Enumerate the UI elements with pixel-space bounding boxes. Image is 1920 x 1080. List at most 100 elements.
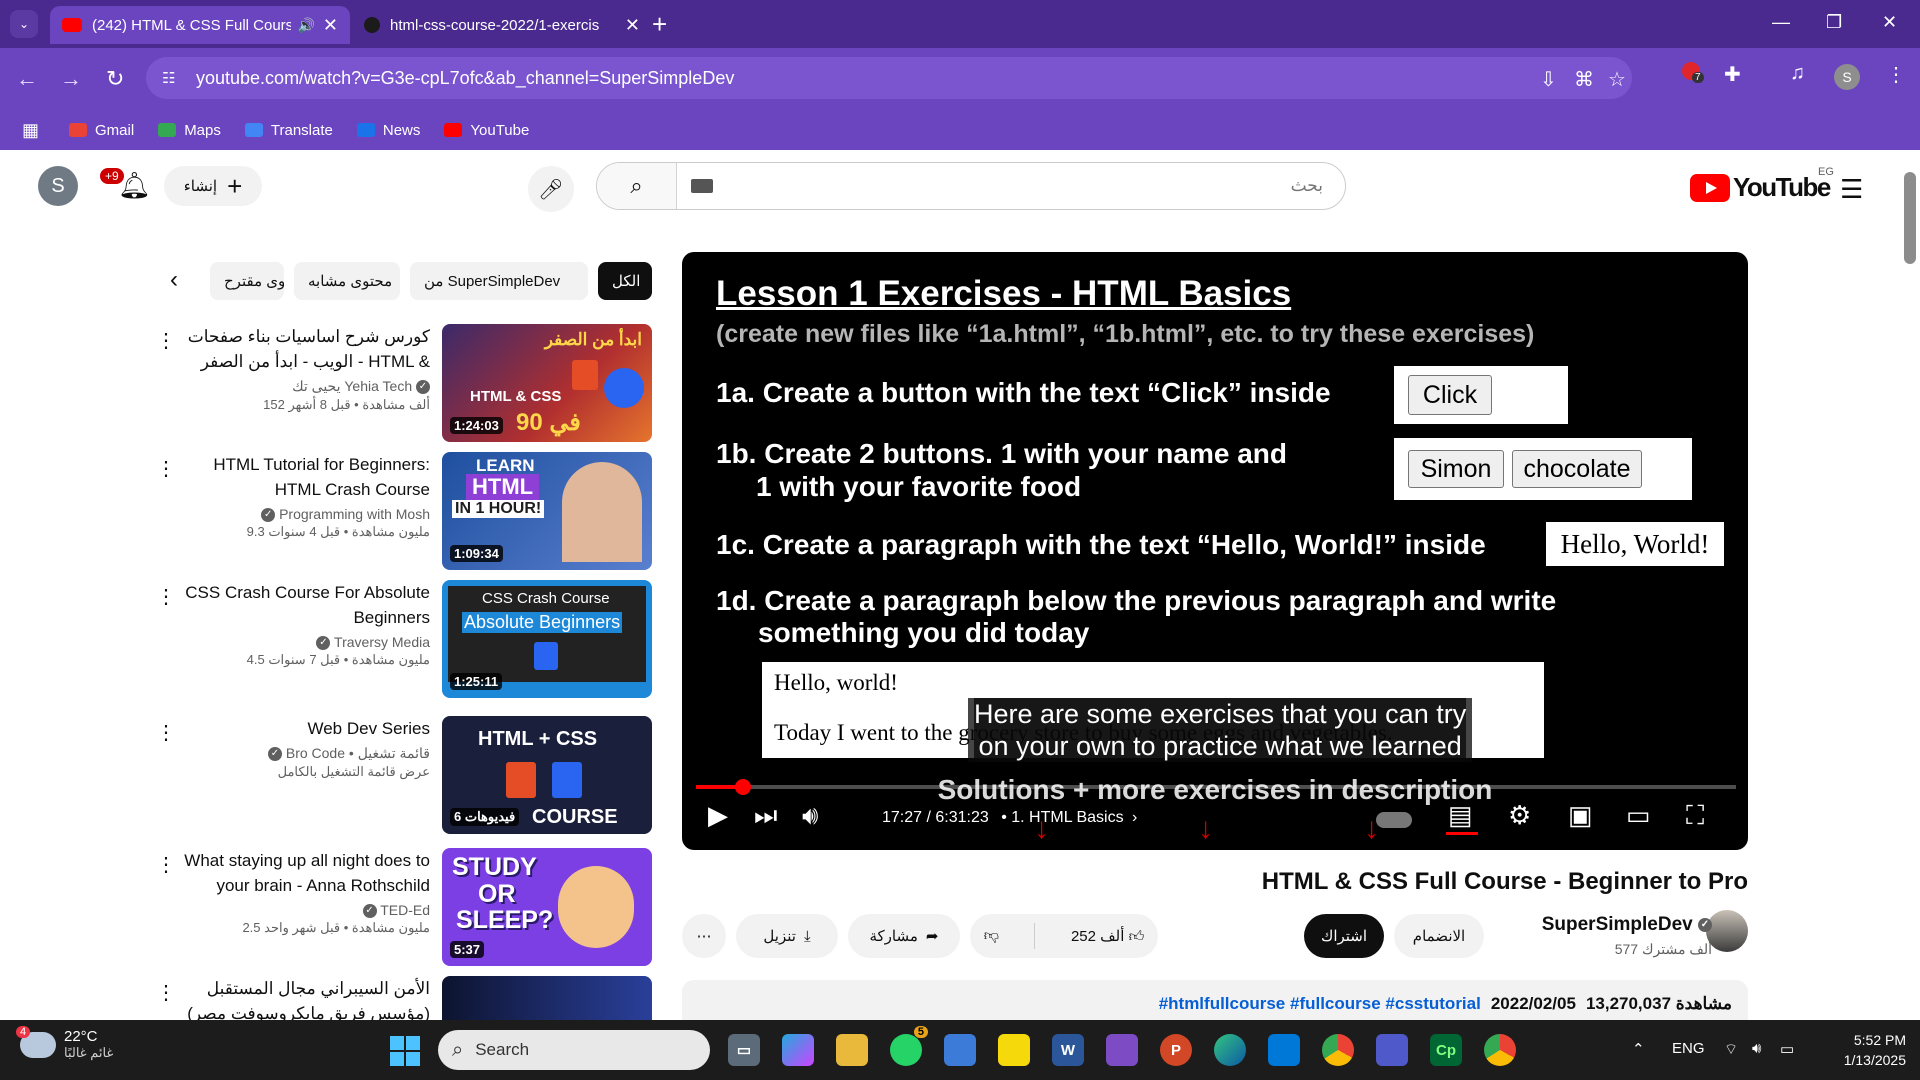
video-player[interactable]: Lesson 1 Exercises - HTML Basics (create…	[682, 252, 1748, 850]
taskbar-search[interactable]: ⌕ Search	[438, 1030, 710, 1070]
video-thumbnail[interactable]: ابدأ من الصفر HTML & CSS في 90 1:24:03	[442, 324, 652, 442]
volume-tray-icon[interactable]: 🔊︎	[1752, 1040, 1761, 1057]
forward-icon[interactable]: →	[60, 66, 82, 92]
fullscreen-icon[interactable]: ⛶	[1686, 800, 1704, 832]
bookmark-news[interactable]: News	[356, 122, 420, 139]
channel-name[interactable]: ✓ Traversy Media	[180, 634, 430, 651]
chrome-icon[interactable]	[1322, 1034, 1354, 1066]
like-button[interactable]: 252 ألف 👍︎	[1071, 927, 1144, 946]
channel-name[interactable]: يحيى تك Yehia Tech ✓	[180, 378, 430, 395]
notepad-icon[interactable]	[944, 1034, 976, 1066]
progress-bar[interactable]	[696, 779, 1736, 795]
vscode-icon[interactable]	[1268, 1034, 1300, 1066]
chip-recommended[interactable]: محتوى مقترح	[210, 262, 284, 300]
subscribe-button[interactable]: اشتراك	[1304, 914, 1384, 958]
more-actions-icon[interactable]: ⋮	[156, 456, 176, 481]
voice-search-mic-icon[interactable]: 🎤︎	[528, 166, 574, 212]
guide-menu-icon[interactable]: ☰	[1840, 174, 1863, 205]
playlist-thumbnail[interactable]: HTML + CSS COURSE 6 فيديوهات	[442, 716, 652, 834]
channel-name[interactable]: ✓ Bro Code • قائمة تشغيل	[180, 745, 430, 762]
sticky-notes-icon[interactable]	[998, 1034, 1030, 1066]
more-actions-icon[interactable]: ⋯	[682, 914, 726, 958]
dislike-icon[interactable]: 👎︎	[984, 927, 999, 945]
apps-grid-icon[interactable]: ▦	[22, 120, 39, 141]
chip-all[interactable]: الكل	[598, 262, 652, 300]
keyboard-icon[interactable]	[691, 179, 713, 193]
share-button[interactable]: مشاركة ➦	[848, 914, 960, 958]
bookmark-star-icon[interactable]: ☆	[1608, 67, 1626, 92]
scrollbar-thumb[interactable]	[1904, 172, 1916, 264]
tab-youtube[interactable]: (242) HTML & CSS Full Course 🔊 ✕	[50, 6, 350, 44]
url-text[interactable]: youtube.com/watch?v=G3e-cpL7ofc&ab_chann…	[196, 68, 734, 89]
video-title[interactable]: الأمن السيبراني مجال المستقبل (مؤسس فريق…	[180, 976, 430, 1020]
browser-menu-icon[interactable]: ⋮	[1886, 62, 1906, 87]
close-window-icon[interactable]: ✕	[1882, 12, 1897, 33]
channel-name[interactable]: SuperSimpleDev ✓	[1542, 914, 1712, 936]
playlist-title[interactable]: Web Dev Series	[180, 716, 430, 741]
more-actions-icon[interactable]: ⋮	[156, 328, 176, 353]
list-item[interactable]: STUDY OR SLEEP? 5:37 What staying up all…	[156, 848, 652, 966]
theater-mode-icon[interactable]: ▭	[1626, 800, 1651, 831]
chrome-profile-icon[interactable]	[1484, 1034, 1516, 1066]
bookmark-maps[interactable]: Maps	[158, 122, 221, 139]
install-app-icon[interactable]: ⇩	[1540, 67, 1557, 92]
progress-scrubber-handle[interactable]	[734, 779, 751, 795]
play-icon[interactable]: ▶	[708, 800, 728, 831]
account-avatar[interactable]: S	[38, 166, 78, 206]
bookmark-gmail[interactable]: Gmail	[69, 122, 134, 139]
edge-icon[interactable]	[1214, 1034, 1246, 1066]
close-tab-icon[interactable]: ✕	[625, 15, 640, 36]
address-bar[interactable]: ☷ youtube.com/watch?v=G3e-cpL7ofc&ab_cha…	[146, 57, 1632, 99]
chip-related[interactable]: محتوى مشابه	[294, 262, 400, 300]
visual-studio-icon[interactable]	[1106, 1034, 1138, 1066]
list-item[interactable]: HTML + CSS COURSE 6 فيديوهات Web Dev Ser…	[156, 716, 652, 834]
cisco-packet-tracer-icon[interactable]: Cp	[1430, 1034, 1462, 1066]
more-actions-icon[interactable]: ⋮	[156, 852, 176, 877]
teams-icon[interactable]	[1376, 1034, 1408, 1066]
join-button[interactable]: الانضمام	[1394, 914, 1484, 958]
video-thumbnail[interactable]: CSS Crash Course Absolute Beginners 1:25…	[442, 580, 652, 698]
next-video-icon[interactable]: ⏭	[754, 800, 777, 832]
reload-icon[interactable]: ↻	[106, 66, 124, 92]
restore-icon[interactable]: ❐	[1826, 12, 1842, 33]
start-windows-icon[interactable]	[390, 1036, 420, 1066]
miniplayer-icon[interactable]: ▣	[1568, 800, 1593, 831]
channel-avatar[interactable]	[1706, 910, 1748, 952]
task-view-icon[interactable]: ▭	[728, 1034, 760, 1066]
video-thumbnail[interactable]	[442, 976, 652, 1020]
whatsapp-icon[interactable]: 5	[890, 1026, 928, 1066]
youtube-logo[interactable]: YouTube EG	[1690, 166, 1834, 203]
search-icon[interactable]: ⌕	[597, 163, 677, 209]
more-actions-icon[interactable]: ⋮	[156, 720, 176, 745]
view-full-playlist-link[interactable]: عرض قائمة التشغيل بالكامل	[180, 764, 430, 780]
hashtags[interactable]: #htmlfullcourse #fullcourse #csstutorial	[1159, 994, 1481, 1014]
page-scrollbar[interactable]	[1900, 150, 1920, 1020]
download-button[interactable]: تنزيل ⤓	[736, 914, 838, 958]
create-button[interactable]: إنشاء +	[164, 166, 262, 206]
notifications-bell-icon[interactable]: 🔔︎	[118, 170, 151, 201]
back-icon[interactable]: ←	[16, 66, 38, 92]
close-tab-icon[interactable]: ✕	[323, 15, 338, 36]
chapter-chevron-icon[interactable]: ›	[1132, 809, 1137, 826]
media-controls-icon[interactable]: ♫	[1790, 62, 1805, 85]
volume-icon[interactable]: 🔊︎	[802, 800, 818, 832]
channel-name[interactable]: ✓ TED-Ed	[180, 902, 430, 919]
extension-red-icon[interactable]: 7	[1682, 62, 1704, 86]
wifi-icon[interactable]: ⌔	[1724, 1040, 1738, 1059]
word-icon[interactable]: W	[1052, 1034, 1084, 1066]
autoplay-toggle[interactable]	[1376, 804, 1412, 835]
chapter-title[interactable]: • 1. HTML Basics	[1001, 809, 1123, 826]
copilot-icon[interactable]	[782, 1034, 814, 1066]
tab-github[interactable]: html-css-course-2022/1-exercis ✕	[352, 6, 652, 44]
minimize-icon[interactable]: —	[1772, 12, 1790, 33]
weather-widget[interactable]: 4 22°C غائم غالبًا	[16, 1025, 113, 1061]
description-box[interactable]: #htmlfullcourse #fullcourse #csstutorial…	[682, 980, 1748, 1020]
bookmark-translate[interactable]: Translate	[244, 122, 333, 139]
video-title[interactable]: What staying up all night does to your b…	[180, 848, 430, 898]
tab-search-button[interactable]: ⌄	[10, 10, 38, 38]
powerpoint-icon[interactable]: P	[1160, 1034, 1192, 1066]
site-info-icon[interactable]: ☷	[162, 69, 186, 87]
battery-icon[interactable]: ▭	[1780, 1040, 1794, 1058]
more-actions-icon[interactable]: ⋮	[156, 980, 176, 1005]
settings-gear-icon[interactable]: ⚙	[1508, 800, 1531, 831]
